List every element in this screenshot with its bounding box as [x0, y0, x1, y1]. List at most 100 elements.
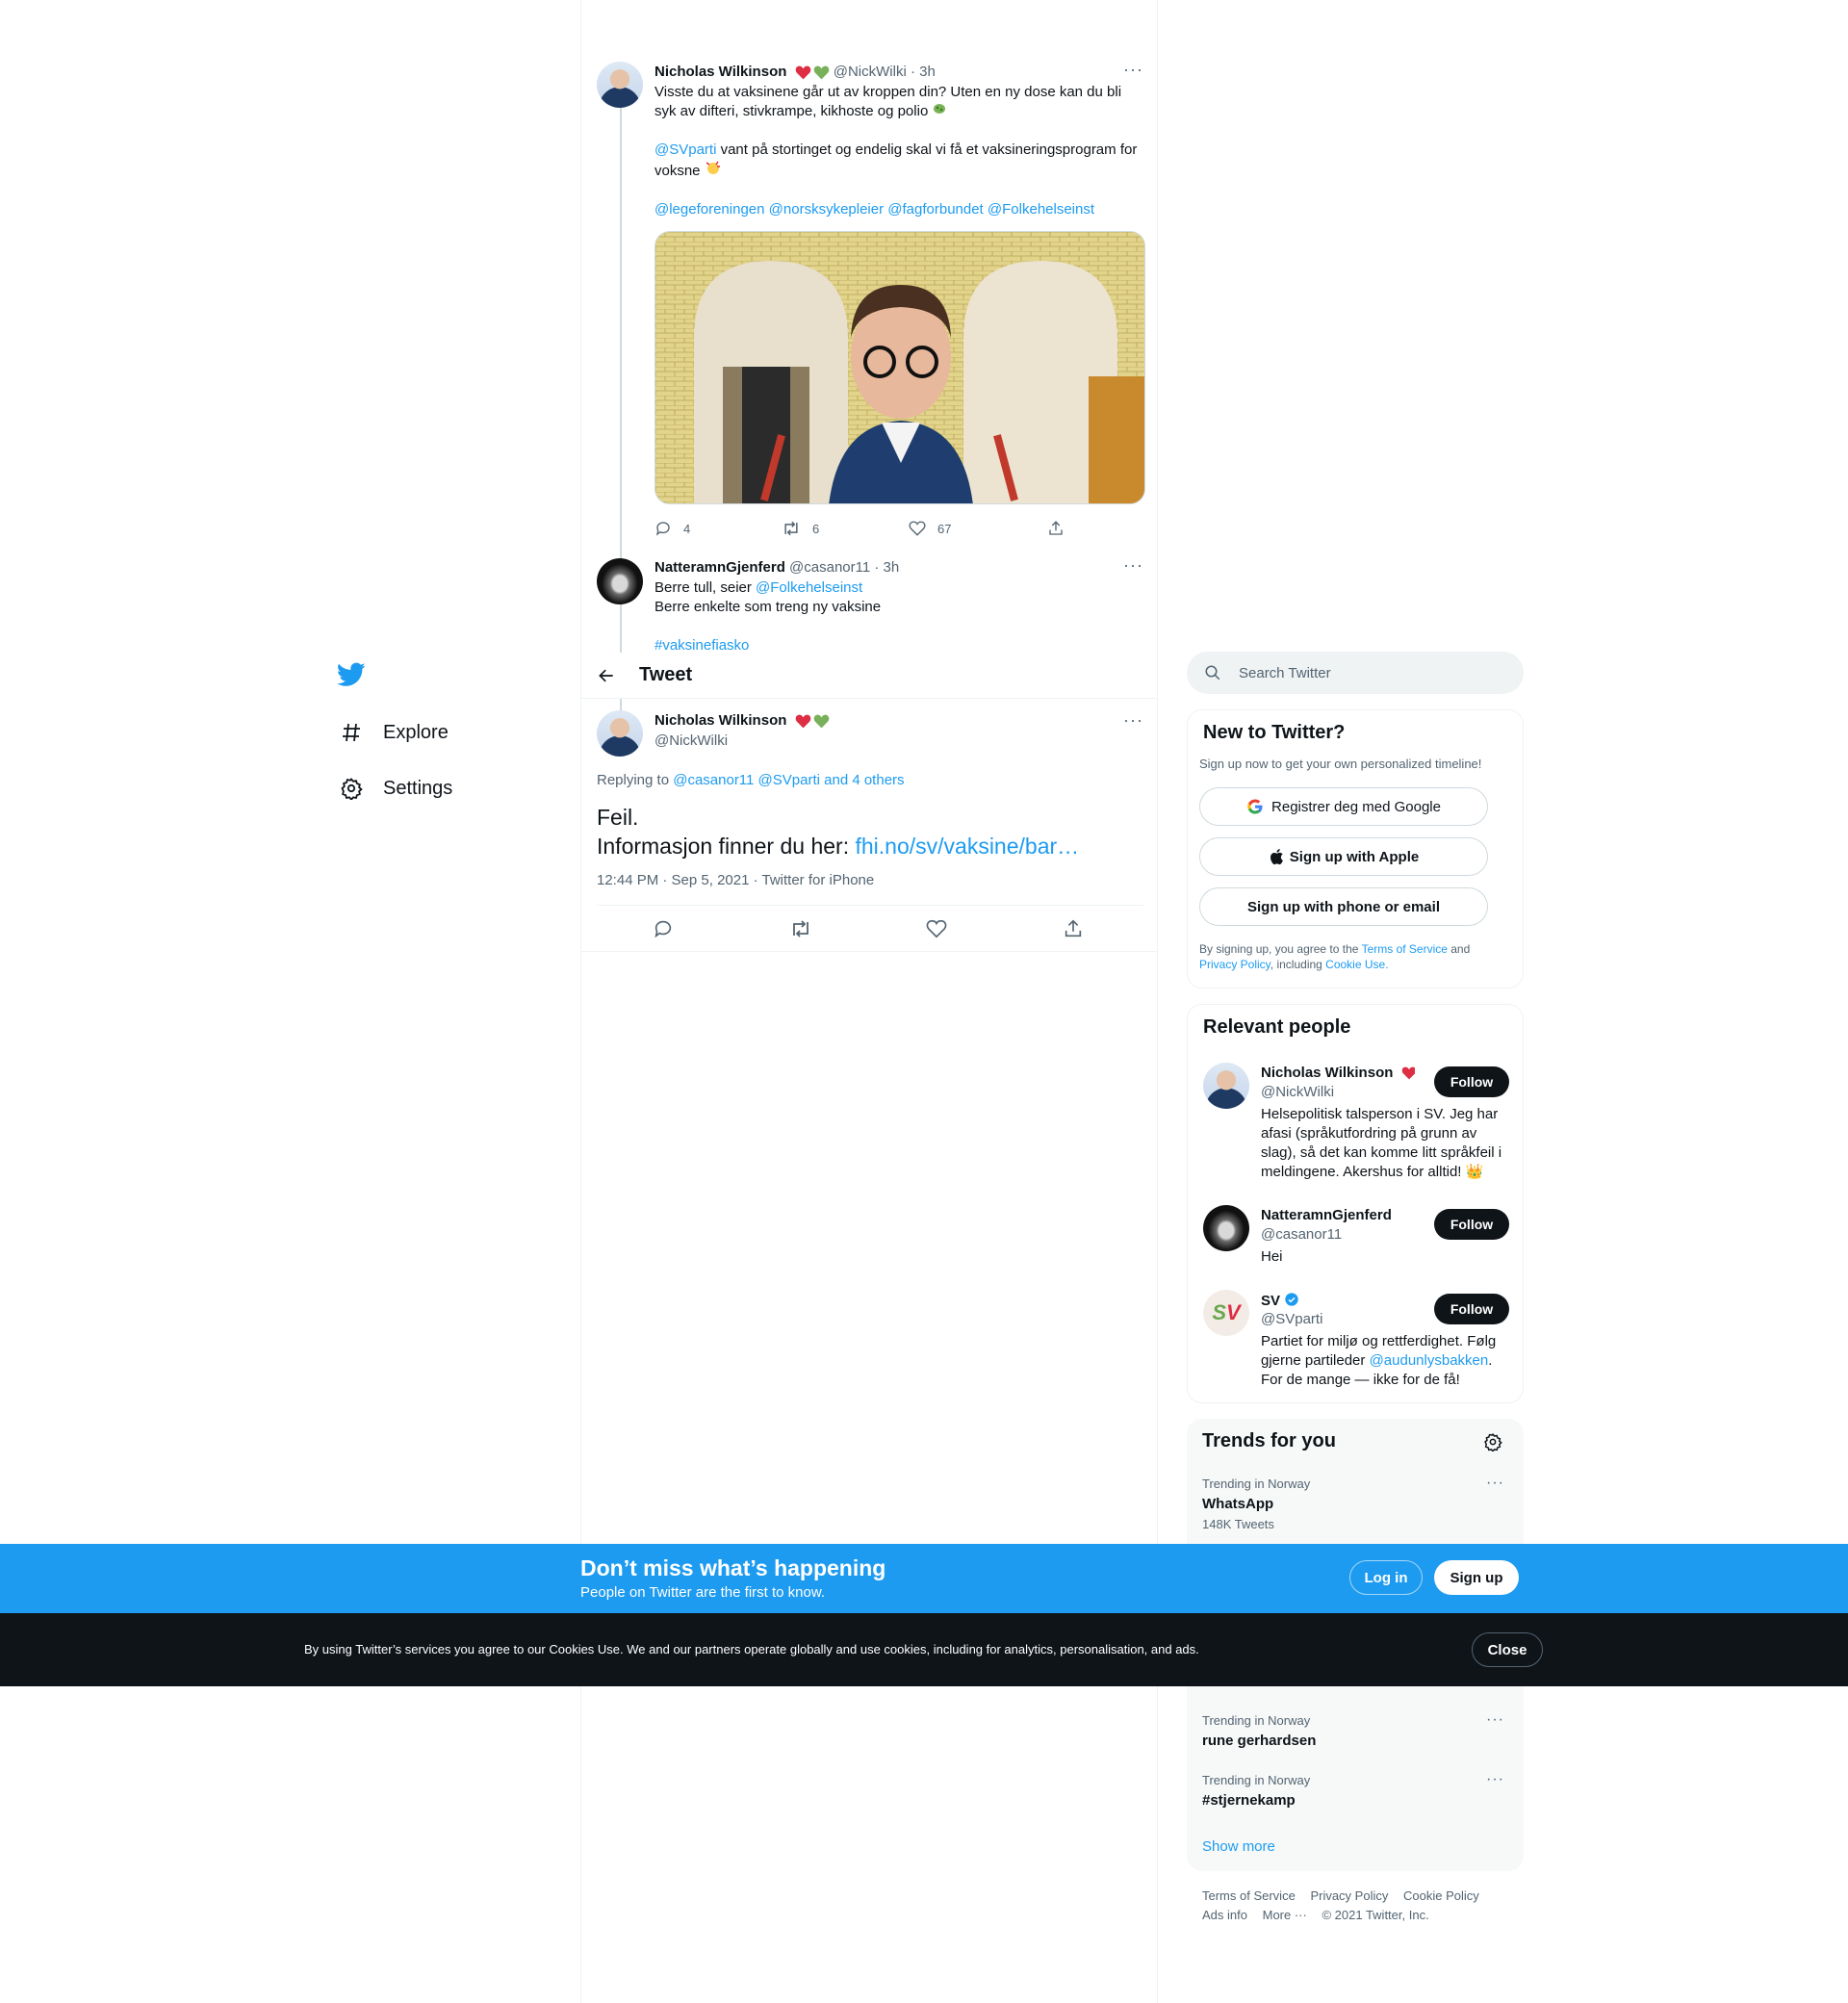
person-name-text: Nicholas Wilkinson — [1261, 1065, 1394, 1081]
trend-meta: Trending in Norway — [1202, 1477, 1311, 1491]
author-handle[interactable]: @NickWilki — [834, 64, 907, 80]
person-name[interactable]: NatteramnGjenferd — [1261, 1207, 1392, 1223]
mention-link[interactable]: @Folkehelseinst — [756, 579, 862, 596]
legal-text: , including — [1270, 958, 1326, 971]
page-title: Tweet — [639, 664, 693, 685]
share-button[interactable] — [1047, 520, 1076, 537]
search-input[interactable]: Search Twitter — [1187, 652, 1524, 694]
email-signup-button[interactable]: Sign up with phone or email — [1199, 887, 1488, 926]
hashtag-link[interactable]: #vaksinefiasko — [654, 637, 749, 654]
footer-link-privacy[interactable]: Privacy Policy — [1310, 1888, 1388, 1903]
author-handle[interactable]: @NickWilki — [654, 732, 728, 749]
tweet-text: Berre tull, seier @Folkehelseinst Berre … — [654, 578, 1145, 655]
more-options-icon[interactable]: ··· — [1486, 1475, 1504, 1492]
person-bio: Partiet for miljø og rettferdighet. Følg… — [1261, 1332, 1511, 1390]
signup-legal: By signing up, you agree to the Terms of… — [1199, 941, 1507, 972]
avatar[interactable]: SV — [1203, 1290, 1249, 1336]
more-options-icon[interactable]: ··· — [1486, 1771, 1504, 1788]
cookie-banner: By using Twitter’s services you agree to… — [0, 1613, 1848, 1686]
signup-button[interactable]: Sign up — [1434, 1560, 1519, 1595]
footer-link-cookie[interactable]: Cookie Policy — [1403, 1888, 1479, 1903]
apple-signup-button[interactable]: Sign up with Apple — [1199, 837, 1488, 876]
footer-copyright: © 2021 Twitter, Inc. — [1322, 1908, 1429, 1922]
tweet-text-line: Berre tull, seier — [654, 579, 757, 596]
author-name[interactable]: NatteramnGjenferd — [654, 559, 785, 576]
back-arrow-icon[interactable] — [597, 666, 616, 685]
search-icon — [1205, 665, 1220, 681]
verified-badge-icon — [1285, 1293, 1298, 1306]
reply-button[interactable]: 4 — [654, 520, 690, 537]
mention-link[interactable]: @fagforbundet — [887, 201, 983, 218]
replying-to-users[interactable]: @casanor11 @SVparti and 4 others — [673, 772, 904, 788]
more-options-icon[interactable]: ··· — [1486, 1711, 1504, 1729]
person-name[interactable]: Nicholas Wilkinson — [1261, 1065, 1415, 1081]
main-share-button[interactable] — [1063, 918, 1084, 944]
mention-link[interactable]: @Folkehelseinst — [988, 201, 1094, 218]
avatar[interactable] — [597, 62, 643, 108]
card-title: Relevant people — [1203, 1016, 1351, 1038]
tweet-timestamp[interactable]: 12:44 PM · Sep 5, 2021 · Twitter for iPh… — [597, 872, 874, 888]
tweet-time[interactable]: · 3h — [911, 64, 936, 80]
person-handle[interactable]: @NickWilki — [1261, 1084, 1334, 1100]
twitter-logo-icon[interactable] — [327, 655, 377, 695]
heart-emoji-icons — [795, 65, 830, 80]
person-handle[interactable]: @SVparti — [1261, 1311, 1322, 1327]
google-signup-label: Registrer deg med Google — [1271, 798, 1441, 815]
avatar[interactable] — [1203, 1205, 1249, 1251]
gear-icon — [339, 776, 364, 801]
cookie-close-button[interactable]: Close — [1472, 1632, 1543, 1667]
main-retweet-button[interactable] — [789, 918, 812, 944]
reply-icon — [655, 522, 670, 536]
legal-text: By signing up, you agree to the — [1199, 942, 1362, 956]
more-options-icon[interactable]: ··· — [1123, 60, 1143, 80]
avatar[interactable] — [1203, 1063, 1249, 1109]
google-signup-button[interactable]: Registrer deg med Google — [1199, 787, 1488, 826]
cookie-use-link[interactable]: Cookie Use. — [1325, 958, 1388, 971]
heart-emoji-icons — [1401, 1066, 1415, 1080]
avatar[interactable] — [597, 710, 643, 757]
trends-settings-icon[interactable] — [1483, 1432, 1502, 1456]
privacy-link[interactable]: Privacy Policy — [1199, 958, 1270, 971]
footer-link-terms[interactable]: Terms of Service — [1202, 1888, 1296, 1903]
person-name[interactable]: SV — [1261, 1292, 1299, 1309]
retweet-count: 6 — [812, 521, 820, 536]
retweet-button[interactable]: 6 — [782, 520, 819, 537]
reply-count: 4 — [683, 521, 691, 536]
author-name[interactable]: Nicholas Wilkinson — [654, 64, 786, 80]
mention-link[interactable]: @legeforeningen — [654, 201, 764, 218]
login-button[interactable]: Log in — [1349, 1560, 1423, 1595]
terms-link[interactable]: Terms of Service — [1362, 942, 1448, 956]
nav-explore[interactable]: Explore — [327, 705, 568, 760]
more-options-icon[interactable]: ··· — [1123, 555, 1143, 576]
email-signup-label: Sign up with phone or email — [1246, 898, 1440, 915]
banner-title: Don’t miss what’s happening — [580, 1555, 886, 1580]
follow-button[interactable]: Follow — [1434, 1066, 1509, 1097]
retweet-icon — [784, 521, 798, 536]
mention-link[interactable]: @norsksykepleier — [769, 201, 884, 218]
tweet-time[interactable]: · 3h — [874, 559, 899, 576]
external-link[interactable]: fhi.no/sv/vaksine/bar… — [855, 834, 1079, 859]
footer-link-ads[interactable]: Ads info — [1202, 1908, 1247, 1922]
main-reply-button[interactable] — [653, 918, 674, 944]
author-name-row: Nicholas Wilkinson — [654, 712, 830, 729]
show-more-link[interactable]: Show more — [1202, 1838, 1275, 1855]
person-name-text: SV — [1261, 1293, 1281, 1309]
footer-link-more[interactable]: More ··· — [1263, 1908, 1307, 1922]
person-handle[interactable]: @casanor11 — [1261, 1226, 1342, 1243]
more-options-icon[interactable]: ··· — [1123, 710, 1143, 731]
follow-button[interactable]: Follow — [1434, 1294, 1509, 1324]
mention-link[interactable]: @SVparti — [654, 141, 716, 158]
mention-link[interactable]: @audunlysbakken — [1370, 1352, 1489, 1369]
follow-button[interactable]: Follow — [1434, 1209, 1509, 1240]
main-like-button[interactable] — [926, 918, 947, 944]
author-name[interactable]: Nicholas Wilkinson — [654, 712, 786, 729]
nav-settings[interactable]: Settings — [327, 760, 568, 816]
trend-name: WhatsApp — [1202, 1496, 1274, 1512]
trend-name: rune gerhardsen — [1202, 1733, 1317, 1749]
avatar[interactable] — [597, 558, 643, 604]
card-title: New to Twitter? — [1203, 722, 1346, 743]
tweet-text-line: Visste du at vaksinene går ut av kroppen… — [654, 84, 1122, 119]
like-button[interactable]: 67 — [909, 520, 951, 537]
tweet-media-image[interactable] — [654, 231, 1145, 504]
author-handle[interactable]: @casanor11 — [789, 559, 870, 576]
